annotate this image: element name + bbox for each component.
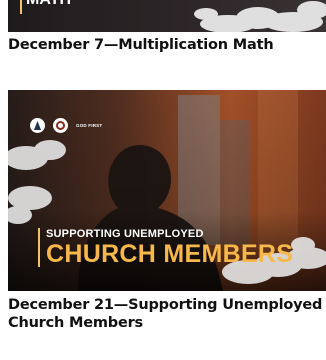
god-first-logo-icon bbox=[53, 118, 68, 133]
thumbnail-headline-text: MATH bbox=[26, 0, 71, 9]
god-first-logo-text: GOD FIRST bbox=[76, 123, 103, 128]
thumbnail-headline-line2: CHURCH MEMBERS bbox=[46, 240, 294, 268]
video-title-link[interactable]: December 7—Multiplication Math bbox=[8, 36, 274, 54]
thumbnail-logos: GOD FIRST bbox=[30, 118, 102, 133]
video-card-multiplication-math[interactable]: MATH December 7—Multiplication Math bbox=[8, 0, 326, 53]
thumbnail-overlay: GOD FIRST SUPPORTING UNEMPLOYED CHURCH M… bbox=[8, 90, 326, 291]
thumbnail-multiplication-math[interactable]: MATH bbox=[8, 0, 326, 32]
thumbnail-headline: SUPPORTING UNEMPLOYED CHURCH MEMBERS bbox=[38, 228, 293, 267]
adventist-logo-icon bbox=[30, 118, 45, 133]
video-card-supporting-unemployed[interactable]: GOD FIRST SUPPORTING UNEMPLOYED CHURCH M… bbox=[8, 90, 326, 331]
video-title-link[interactable]: December 21—Supporting Unemployed Church… bbox=[8, 296, 326, 332]
thumbnail-supporting-unemployed[interactable]: GOD FIRST SUPPORTING UNEMPLOYED CHURCH M… bbox=[8, 90, 326, 291]
